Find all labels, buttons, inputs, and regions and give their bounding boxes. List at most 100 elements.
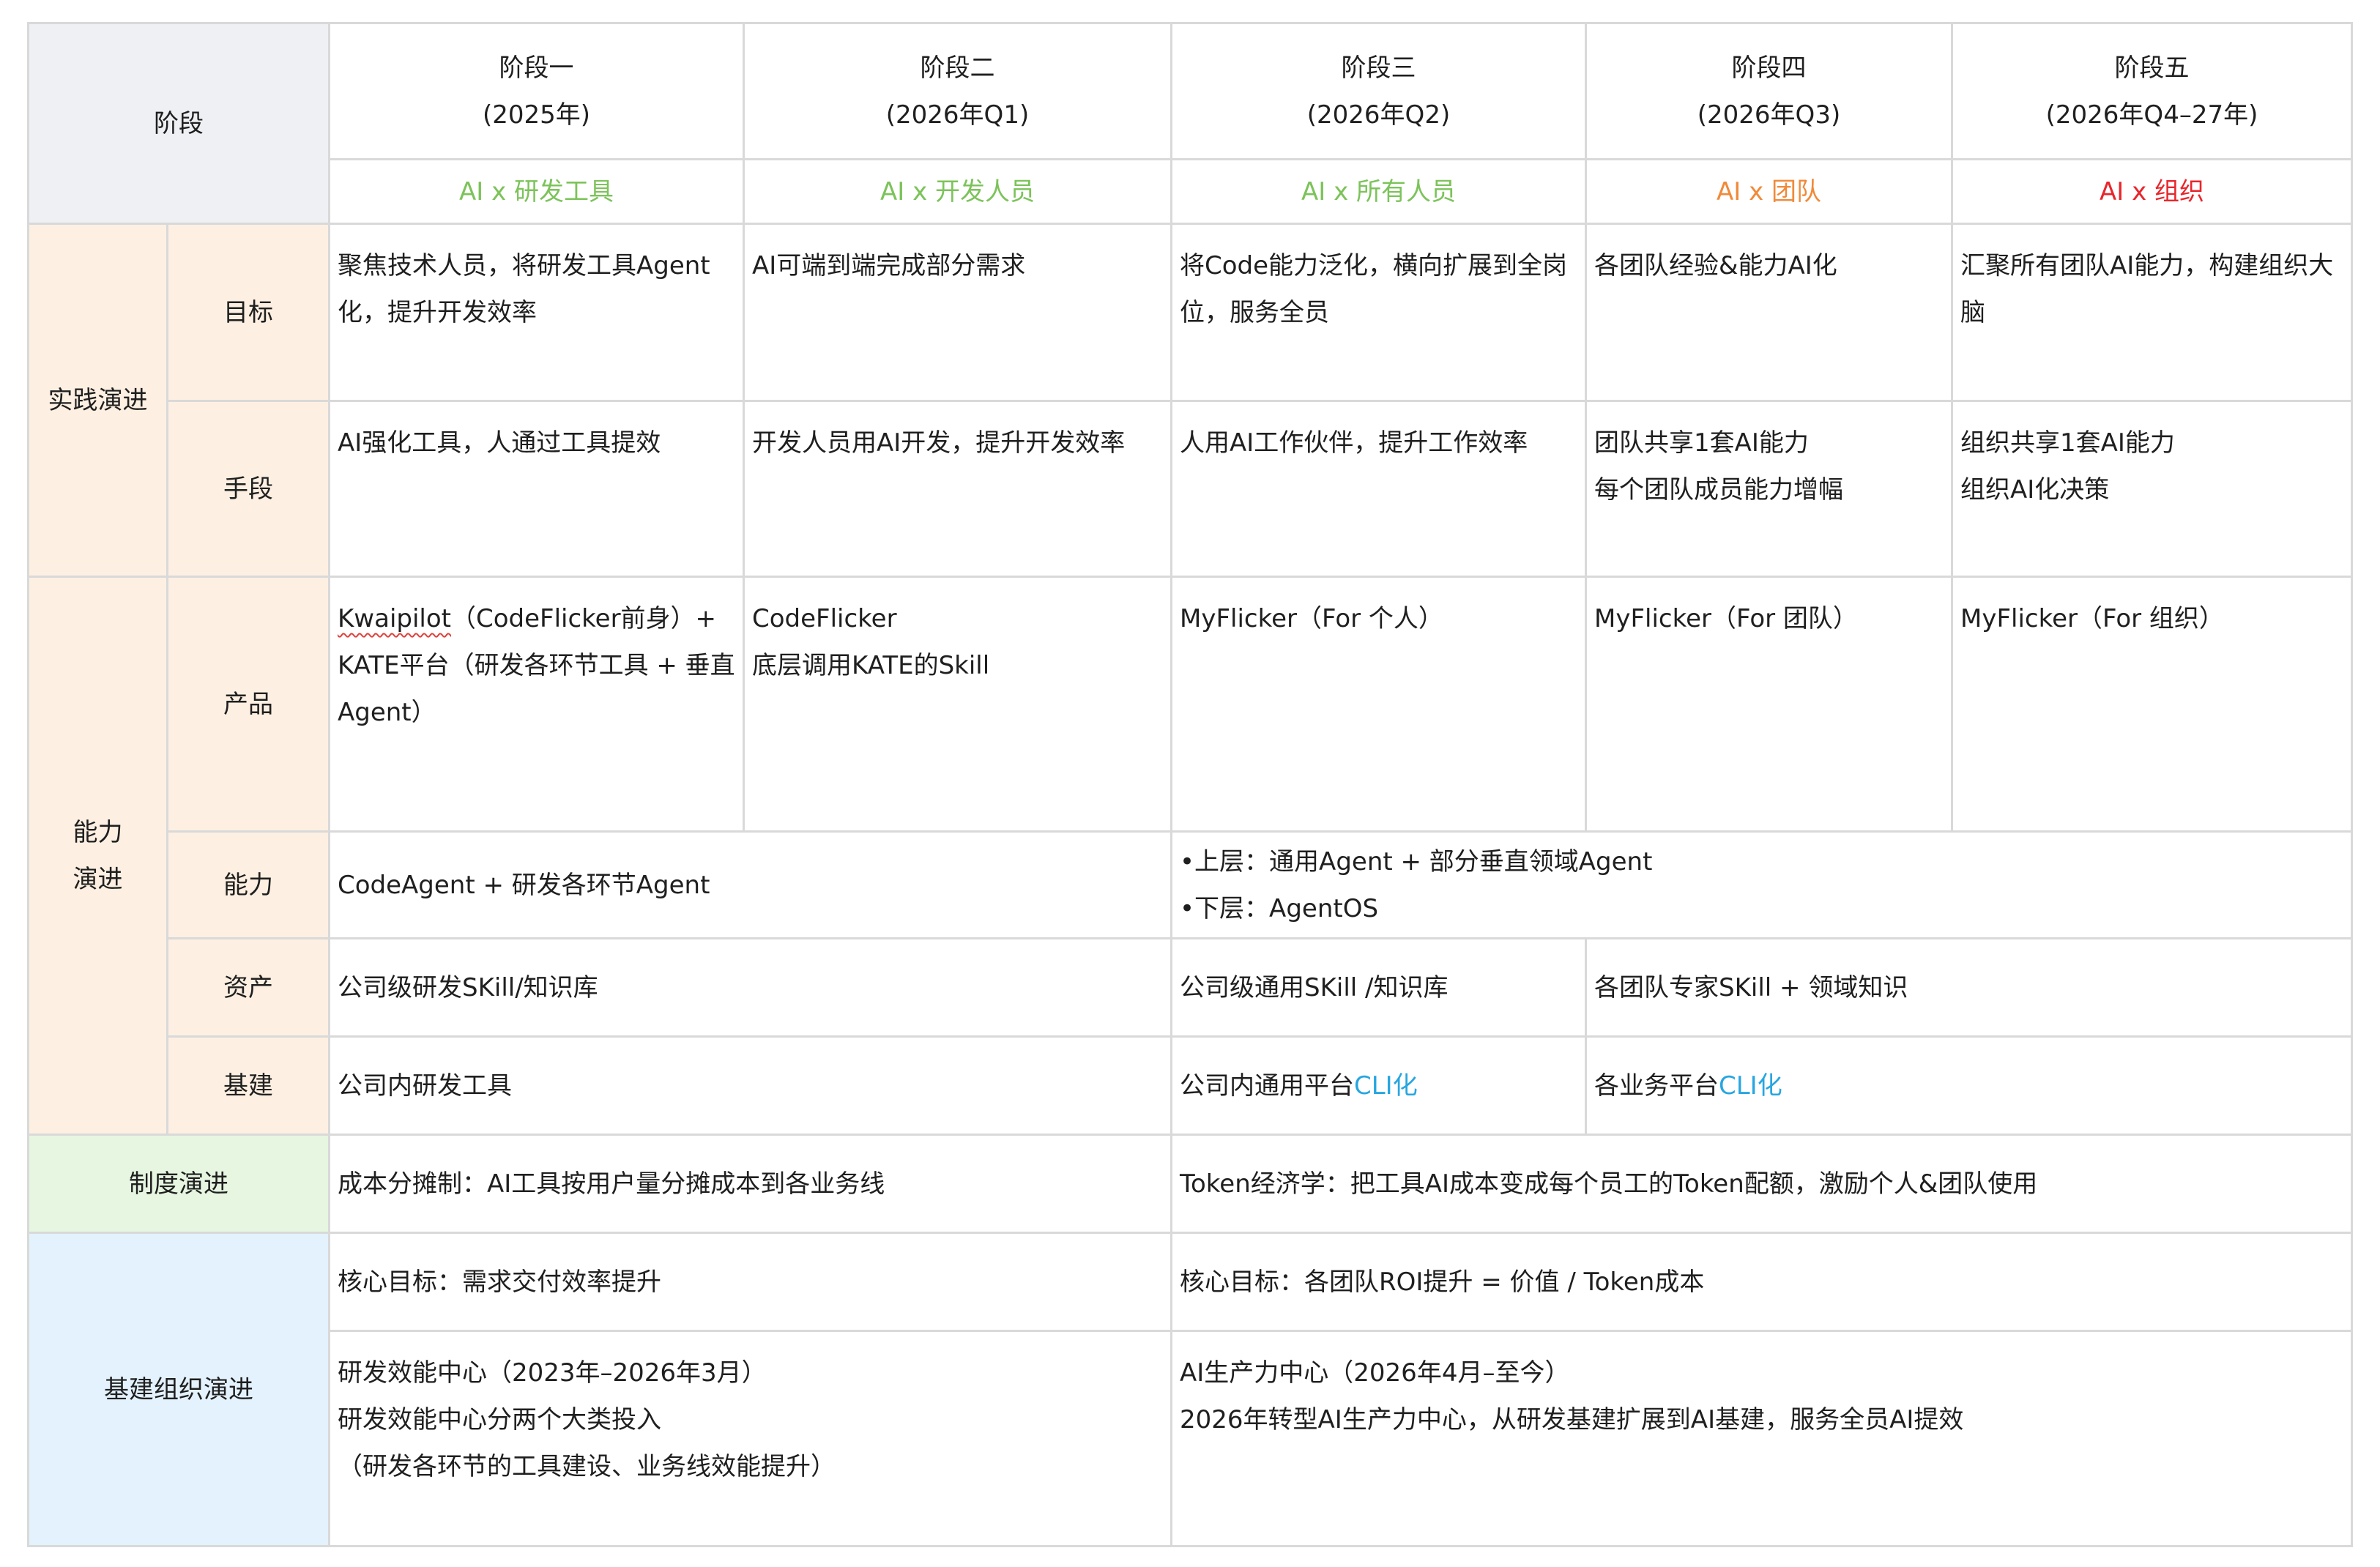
- stage-name: 阶段四: [1731, 53, 1807, 83]
- cell-text: CodeFlicker: [752, 604, 897, 633]
- goal-stage-4: 各团队经验&能力AI化: [1585, 223, 1953, 402]
- cell-text: 底层调用KATE的Skill: [752, 651, 990, 680]
- org-detail-right: AI生产力中心（2026年4月–至今） 2026年转型AI生产力中心，从研发基建…: [1170, 1330, 2353, 1547]
- capability-label-line1: 能力: [72, 817, 123, 847]
- cell-text: 核心目标：各团队ROI提升 = 价值 / Token成本: [1180, 1267, 1705, 1297]
- product-stage-3: MyFlicker（For 个人）: [1170, 576, 1587, 833]
- cell-text: 公司内研发工具: [338, 1071, 512, 1101]
- cell-text: 各业务平台CLI化: [1594, 1062, 2343, 1109]
- capability-label-line2: 演进: [72, 864, 123, 894]
- goal-stage-1: 聚焦技术人员，将研发工具Agent化，提升开发效率: [328, 223, 745, 402]
- stage-5-theme: AI x 组织: [1951, 158, 2353, 225]
- stage-name: 阶段二: [920, 53, 995, 83]
- ability-label: 能力: [166, 830, 330, 939]
- stage-header-cell: 阶段: [27, 22, 330, 225]
- cell-text: 核心目标：需求交付效率提升: [338, 1267, 661, 1297]
- cell-text: 将Code能力泛化，横向扩展到全岗位，服务全员: [1180, 251, 1568, 327]
- stage-5-header: 阶段五 (2026年Q4–27年): [1951, 22, 2353, 160]
- infra-right-prefix: 各业务平台: [1594, 1071, 1719, 1101]
- cell-text: 团队共享1套AI能力: [1594, 428, 1809, 458]
- means-stage-3: 人用AI工作伙伴，提升工作效率: [1170, 400, 1587, 578]
- goal-label: 目标: [166, 223, 330, 402]
- cell-text: 汇聚所有团队AI能力，构建组织大脑: [1960, 251, 2334, 327]
- product-stage-2: CodeFlicker 底层调用KATE的Skill: [743, 576, 1172, 833]
- assets-left: 公司级研发SKill/知识库: [328, 937, 1172, 1038]
- cell-text: 公司级通用SKill /知识库: [1180, 972, 1449, 1002]
- goal-stage-2: AI可端到端完成部分需求: [743, 223, 1172, 402]
- stage-4-theme: AI x 团队: [1585, 158, 1953, 225]
- cell-text: Token经济学：把工具AI成本变成每个员工的Token配额，激励个人&团队使用: [1180, 1169, 2038, 1199]
- assets-label: 资产: [166, 937, 330, 1038]
- cell-text: Kwaipilot（CodeFlicker前身）+ KATE平台（研发各环节工具…: [338, 595, 735, 736]
- cell-text: MyFlicker（For 团队）: [1594, 604, 1858, 633]
- cell-text: 公司级研发SKill/知识库: [338, 972, 598, 1002]
- stage-period: (2025年): [482, 100, 591, 130]
- infra-mid: 公司内通用平台CLI化: [1170, 1035, 1587, 1136]
- system-label: 制度演进: [27, 1134, 330, 1234]
- org-goal-right: 核心目标：各团队ROI提升 = 价值 / Token成本: [1170, 1232, 2353, 1332]
- cell-text: 2026年转型AI生产力中心，从研发基建扩展到AI基建，服务全员AI提效: [1180, 1405, 1964, 1434]
- infra-left: 公司内研发工具: [328, 1035, 1172, 1136]
- org-goal-left: 核心目标：需求交付效率提升: [328, 1232, 1172, 1332]
- stage-name: 阶段三: [1341, 53, 1416, 83]
- practice-group-label: 实践演进: [27, 223, 168, 578]
- stage-1-header: 阶段一 (2025年): [328, 22, 745, 160]
- stage-period: (2026年Q3): [1697, 100, 1841, 130]
- assets-mid: 公司级通用SKill /知识库: [1170, 937, 1587, 1038]
- cell-text: 各团队专家SKill + 领域知识: [1594, 972, 1908, 1002]
- means-stage-1: AI强化工具，人通过工具提效: [328, 400, 745, 578]
- cell-text: 研发效能中心分两个大类投入: [338, 1405, 661, 1434]
- cell-text: MyFlicker（For 个人）: [1180, 604, 1443, 633]
- system-row: 制度演进 成本分摊制：AI工具按用户量分摊成本到各业务线 Token经济学：把工…: [27, 1134, 2353, 1234]
- means-row: 手段 AI强化工具，人通过工具提效 开发人员用AI开发，提升开发效率 人用AI工…: [29, 400, 2353, 578]
- stage-2-header: 阶段二 (2026年Q1): [743, 22, 1172, 160]
- org-label: 基建组织演进: [27, 1232, 330, 1547]
- org-detail-left: 研发效能中心（2023年–2026年3月） 研发效能中心分两个大类投入 （研发各…: [328, 1330, 1172, 1547]
- roadmap-table: 阶段 阶段一 (2025年) 阶段二 (2026年Q1) 阶段三 (2026年Q…: [27, 22, 2353, 1547]
- ability-row: 能力 CodeAgent + 研发各环节Agent •上层：通用Agent + …: [29, 830, 2353, 939]
- means-stage-5: 组织共享1套AI能力 组织AI化决策: [1951, 400, 2353, 578]
- infra-mid-prefix: 公司内通用平台: [1180, 1071, 1354, 1101]
- org-goal-row: 基建组织演进 核心目标：需求交付效率提升 核心目标：各团队ROI提升 = 价值 …: [27, 1232, 2353, 1547]
- cell-text: AI生产力中心（2026年4月–至今）: [1180, 1358, 1570, 1388]
- system-right: Token经济学：把工具AI成本变成每个员工的Token配额，激励个人&团队使用: [1170, 1134, 2353, 1234]
- capability-group-label: 能力 演进: [27, 576, 168, 1136]
- means-label: 手段: [166, 400, 330, 578]
- means-stage-2: 开发人员用AI开发，提升开发效率: [743, 400, 1172, 578]
- stage-4-header: 阶段四 (2026年Q3): [1585, 22, 1953, 160]
- stage-name: 阶段五: [2114, 53, 2190, 83]
- cell-text: MyFlicker（For 组织）: [1960, 604, 2224, 633]
- cell-text: AI强化工具，人通过工具提效: [338, 428, 661, 458]
- cell-text: •上层：通用Agent + 部分垂直领域Agent: [1180, 846, 1653, 876]
- product-label: 产品: [166, 576, 330, 833]
- cell-text: AI可端到端完成部分需求: [752, 251, 1026, 280]
- assets-right: 各团队专家SKill + 领域知识: [1585, 937, 2353, 1038]
- cell-text: 公司内通用平台CLI化: [1180, 1062, 1577, 1109]
- cell-text: 每个团队成员能力增幅: [1594, 475, 1843, 505]
- cell-text: 聚焦技术人员，将研发工具Agent化，提升开发效率: [338, 251, 710, 327]
- cell-text: 组织AI化决策: [1960, 475, 2110, 505]
- org-detail-row: 研发效能中心（2023年–2026年3月） 研发效能中心分两个大类投入 （研发各…: [29, 1330, 2353, 1547]
- stage-1-theme: AI x 研发工具: [328, 158, 745, 225]
- cell-text: （研发各环节的工具建设、业务线效能提升）: [338, 1452, 836, 1481]
- stage-2-theme: AI x 开发人员: [743, 158, 1172, 225]
- system-left: 成本分摊制：AI工具按用户量分摊成本到各业务线: [328, 1134, 1172, 1234]
- cell-text: •下层：AgentOS: [1180, 893, 1379, 923]
- cell-text: 各团队经验&能力AI化: [1594, 251, 1837, 280]
- infra-row: 基建 公司内研发工具 公司内通用平台CLI化 各业务平台CLI化: [29, 1035, 2353, 1136]
- product-stage-1: Kwaipilot（CodeFlicker前身）+ KATE平台（研发各环节工具…: [328, 576, 745, 833]
- product-stage-5: MyFlicker（For 组织）: [1951, 576, 2353, 833]
- cell-text: 研发效能中心（2023年–2026年3月）: [338, 1358, 767, 1388]
- stage-period: (2026年Q4–27年): [2045, 100, 2258, 130]
- header-row-stages: 阶段 阶段一 (2025年) 阶段二 (2026年Q1) 阶段三 (2026年Q…: [27, 22, 2353, 225]
- cell-text: 开发人员用AI开发，提升开发效率: [752, 428, 1126, 458]
- stage-header-label: 阶段: [154, 108, 204, 138]
- kwaipilot-text: Kwaipilot: [338, 604, 451, 633]
- assets-row: 资产 公司级研发SKill/知识库 公司级通用SKill /知识库 各团队专家S…: [29, 937, 2353, 1038]
- stage-name: 阶段一: [499, 53, 574, 83]
- means-stage-4: 团队共享1套AI能力 每个团队成员能力增幅: [1585, 400, 1953, 578]
- stage-period: (2026年Q1): [885, 100, 1030, 130]
- stage-period: (2026年Q2): [1306, 100, 1451, 130]
- cell-text: CodeAgent + 研发各环节Agent: [338, 870, 710, 900]
- cli-highlight: CLI化: [1719, 1071, 1782, 1101]
